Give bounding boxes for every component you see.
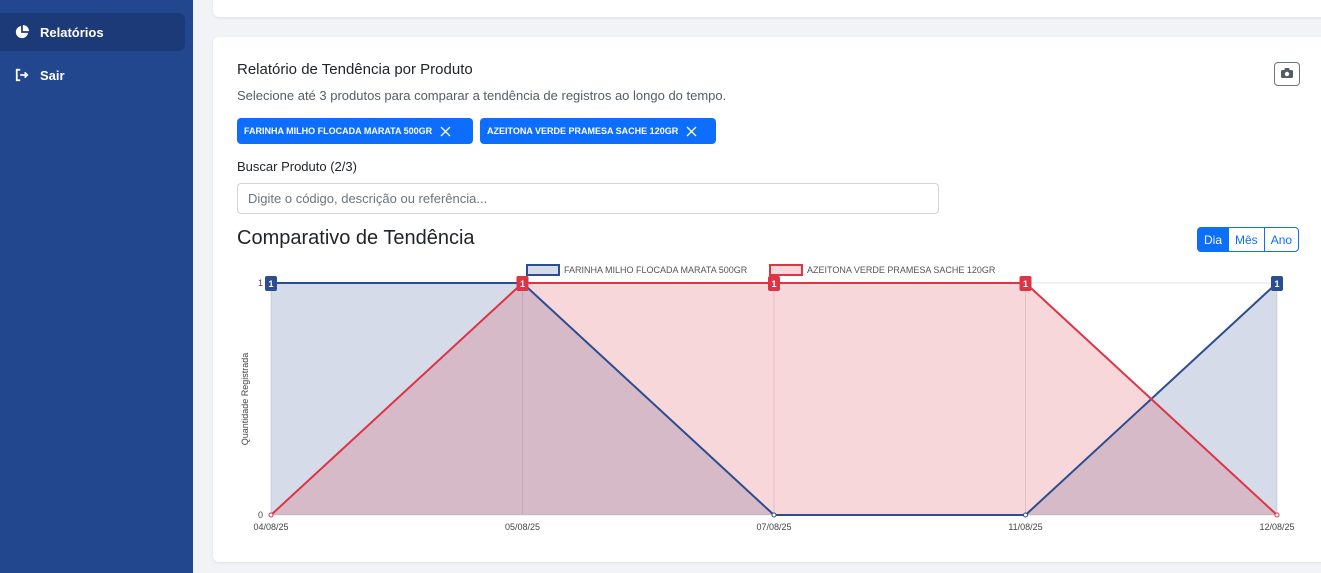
- close-icon[interactable]: [686, 126, 697, 137]
- camera-icon: [1281, 65, 1293, 83]
- top-card: [213, 0, 1321, 17]
- x-tick-label: 07/08/25: [756, 522, 791, 532]
- data-label: 1: [1023, 279, 1028, 289]
- legend-label: AZEITONA VERDE PRAMESA SACHE 120GR: [807, 265, 996, 275]
- data-point: [1274, 512, 1280, 518]
- chip-label: FARINHA MILHO FLOCADA MARATA 500GR: [244, 126, 433, 136]
- sidebar-item-label: Relatórios: [40, 24, 104, 40]
- sidebar-item-relatorios[interactable]: Relatórios: [0, 13, 185, 51]
- report-subtitle: Selecione até 3 produtos para comparar a…: [237, 88, 727, 103]
- selected-product-chip: FARINHA MILHO FLOCADA MARATA 500GR: [237, 118, 473, 144]
- chip-label: AZEITONA VERDE PRAMESA SACHE 120GR: [487, 126, 679, 136]
- data-label: 1: [771, 279, 776, 289]
- data-label: 1: [268, 279, 273, 289]
- trend-chart: 0 1 04/08/25 05/08/25 07/08/25 11/08/25 12/08/…: [240, 264, 1295, 532]
- period-day-button[interactable]: Dia: [1197, 227, 1230, 252]
- sidebar: Relatórios Sair: [0, 0, 193, 573]
- legend-label: FARINHA MILHO FLOCADA MARATA 500GR: [564, 265, 748, 275]
- data-point: [268, 512, 274, 518]
- data-label: 1: [520, 279, 525, 289]
- chart-title: Comparativo de Tendência: [237, 227, 475, 249]
- y-axis-label: Quantidade Registrada: [240, 353, 250, 446]
- search-label: Buscar Produto (2/3): [237, 159, 357, 174]
- legend-swatch: [526, 264, 560, 276]
- sidebar-item-label: Sair: [40, 67, 65, 83]
- screenshot-button[interactable]: [1274, 62, 1300, 86]
- report-card: Relatório de Tendência por Produto Selec…: [213, 37, 1321, 562]
- close-icon[interactable]: [440, 126, 451, 137]
- report-title: Relatório de Tendência por Produto: [237, 61, 473, 78]
- pie-chart-icon: [14, 24, 30, 40]
- sidebar-item-sair[interactable]: Sair: [0, 56, 185, 94]
- selected-product-chip: AZEITONA VERDE PRAMESA SACHE 120GR: [480, 118, 716, 144]
- y-tick-label: 1: [258, 278, 263, 288]
- data-point: [1023, 512, 1028, 518]
- y-tick-label: 0: [258, 510, 263, 520]
- product-search-input[interactable]: [237, 183, 939, 214]
- x-tick-label: 11/08/25: [1008, 522, 1042, 532]
- x-tick-label: 12/08/25: [1259, 522, 1294, 532]
- legend-swatch: [769, 264, 803, 276]
- x-tick-label: 04/08/25: [253, 522, 288, 532]
- data-label: 1: [1274, 279, 1279, 289]
- x-tick-label: 05/08/25: [505, 522, 540, 532]
- data-point: [771, 512, 777, 518]
- period-toggle: Dia Mês Ano: [1197, 227, 1300, 252]
- period-month-button[interactable]: Mês: [1228, 227, 1265, 252]
- period-year-button[interactable]: Ano: [1263, 227, 1300, 252]
- sign-out-icon: [14, 67, 30, 83]
